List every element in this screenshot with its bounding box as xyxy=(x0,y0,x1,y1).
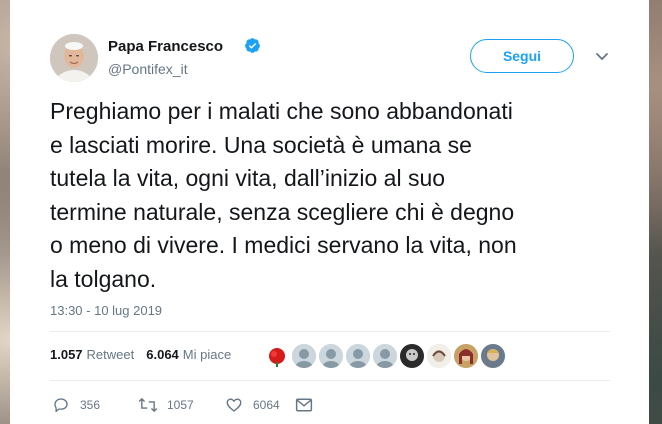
like-count: 6064 xyxy=(253,398,280,412)
retweets-count[interactable]: 1.057 xyxy=(50,347,83,362)
tweet-text-line: tutela la vita, ogni vita, dall’inizio a… xyxy=(50,165,446,191)
author-name[interactable]: Papa Francesco xyxy=(108,38,223,55)
reply-count: 356 xyxy=(80,398,101,412)
tweet-text-line: Preghiamo per i malati che sono abbandon… xyxy=(50,98,513,124)
chevron-down-icon[interactable] xyxy=(595,52,609,62)
avatar[interactable] xyxy=(50,34,98,82)
liker-avatar[interactable] xyxy=(292,344,316,368)
like-action[interactable]: 6064 xyxy=(225,396,295,414)
likes-count[interactable]: 6.064 xyxy=(146,347,179,362)
tweet-card: Papa Francesco @Pontifex_it Segui Preghi… xyxy=(10,0,649,424)
divider xyxy=(50,331,610,332)
divider xyxy=(50,380,610,381)
likes-label[interactable]: Mi piace xyxy=(183,347,231,362)
tweet-timestamp[interactable]: 13:30 - 10 lug 2019 xyxy=(50,303,162,318)
retweet-count: 1057 xyxy=(167,398,194,412)
liker-avatar[interactable] xyxy=(427,344,451,368)
tweet-text-line: o meno di vivere. I medici servano la vi… xyxy=(50,232,517,258)
follow-button[interactable]: Segui xyxy=(470,39,574,73)
liker-avatar[interactable] xyxy=(265,344,289,368)
retweet-action[interactable]: 1057 xyxy=(138,396,225,414)
tweet-actions: 356 1057 6064 xyxy=(52,396,313,414)
retweets-label[interactable]: Retweet xyxy=(87,347,135,362)
tweet-text: Preghiamo per i malati che sono abbandon… xyxy=(50,95,625,296)
liker-avatar[interactable] xyxy=(400,344,424,368)
retweet-icon xyxy=(138,397,158,413)
tweet-text-line: e lasciati morire. Una società è umana s… xyxy=(50,131,472,158)
liker-avatar[interactable] xyxy=(373,344,397,368)
direct-message-icon xyxy=(295,398,313,412)
liker-avatar[interactable] xyxy=(319,344,343,368)
tweet-text-line: la tolgano. xyxy=(50,265,157,292)
engagement-stats: 1.057 Retweet 6.064 Mi piace xyxy=(50,347,231,362)
liker-avatar[interactable] xyxy=(346,344,370,368)
like-icon xyxy=(226,398,242,412)
direct-message-action[interactable] xyxy=(295,397,313,413)
tweet-text-line: termine naturale, senza scegliere chi è … xyxy=(50,198,515,225)
liker-avatars xyxy=(265,344,505,368)
reply-icon xyxy=(54,398,68,413)
author-handle[interactable]: @Pontifex_it xyxy=(108,61,188,77)
verified-badge-icon xyxy=(245,38,260,53)
reply-action[interactable]: 356 xyxy=(52,396,138,414)
liker-avatar[interactable] xyxy=(481,344,505,368)
liker-avatar[interactable] xyxy=(454,344,478,368)
